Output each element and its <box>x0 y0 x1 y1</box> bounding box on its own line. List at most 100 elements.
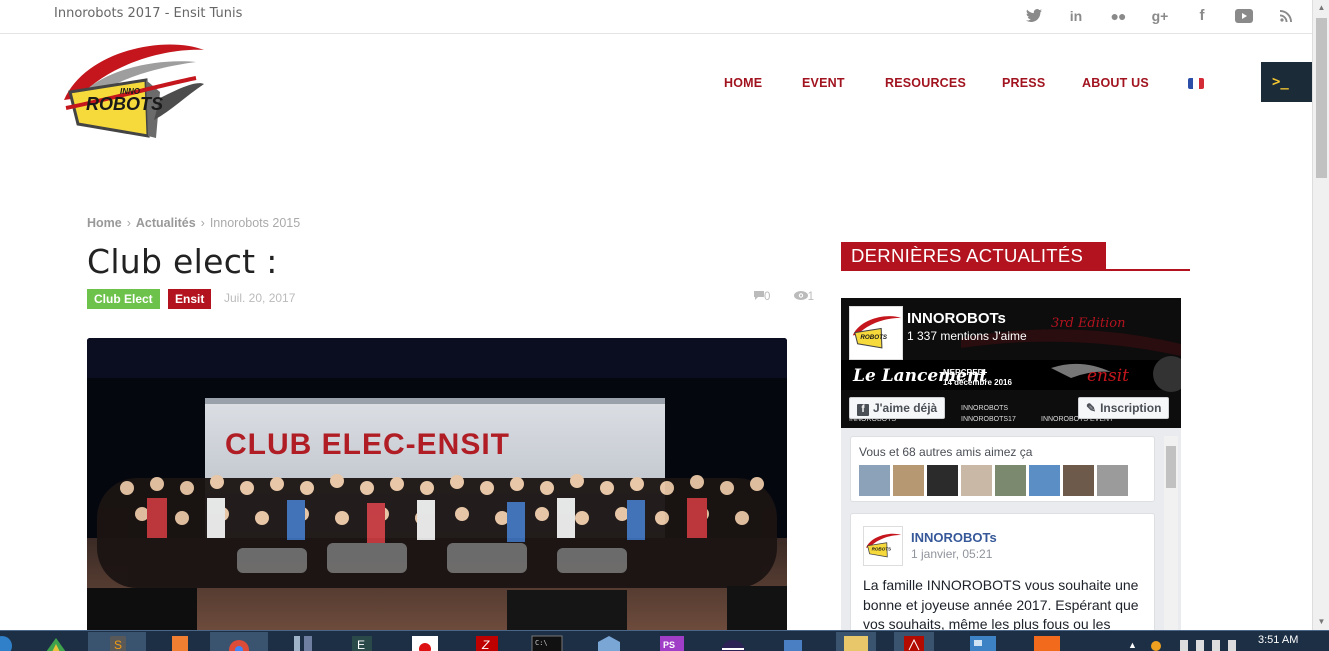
facebook-like-count: 1 337 mentions J'aime <box>907 329 1027 343</box>
post-meta: 0 1 <box>754 291 814 303</box>
nav-resources[interactable]: RESOURCES <box>885 76 966 90</box>
friend-avatar[interactable] <box>1063 465 1094 496</box>
friend-avatar[interactable] <box>1097 465 1128 496</box>
facebook-icon[interactable]: f <box>1190 4 1214 28</box>
friend-avatar[interactable] <box>1029 465 1060 496</box>
friend-avatar[interactable] <box>893 465 924 496</box>
banner-text: CLUB ELEC-ENSIT <box>225 428 510 461</box>
taskbar-app-icon[interactable]: E <box>346 632 380 651</box>
taskbar-cmd-icon[interactable]: C:\ <box>530 632 566 651</box>
breadcrumb-current: Innorobots 2015 <box>209 216 301 230</box>
taskbar-virtualbox-icon[interactable] <box>592 632 626 651</box>
svg-text:Z: Z <box>481 638 490 651</box>
taskbar-app-icon[interactable] <box>286 632 320 651</box>
facebook-page-widget: ROBOTS INNOROBOTs 1 337 mentions J'aime … <box>841 298 1181 630</box>
sidebar-title: DERNIÈRES ACTUALITÉS <box>841 242 1106 269</box>
breadcrumb-home[interactable]: Home <box>87 216 122 230</box>
svg-text:ROBOTS: ROBOTS <box>860 334 888 341</box>
taskbar-app-icon[interactable] <box>966 632 1000 651</box>
svg-text:E: E <box>357 638 365 651</box>
facebook-post-card: ROBOTS INNOROBOTs 1 janvier, 05:21 La fa… <box>850 513 1155 630</box>
comment-count[interactable]: 0 <box>764 291 770 303</box>
svg-text:C:\: C:\ <box>535 639 548 647</box>
cover-launch-day: MERCREDI <box>943 368 986 377</box>
view-count: 1 <box>807 291 815 303</box>
svg-text:ROBOTS: ROBOTS <box>86 94 163 114</box>
scrollbar-thumb[interactable] <box>1316 18 1327 178</box>
taskbar-app-icon[interactable] <box>160 632 200 651</box>
friend-avatar[interactable] <box>927 465 958 496</box>
chevron-right-icon: › <box>200 216 205 230</box>
flickr-icon[interactable]: ●● <box>1106 4 1130 28</box>
taskbar-app-icon[interactable] <box>1030 632 1064 651</box>
cover-link-2: INNOROBOTS <box>961 405 1009 412</box>
system-tray[interactable]: ▲ <box>1128 632 1248 651</box>
facebook-signup-button[interactable]: ✎ Inscription <box>1078 397 1170 419</box>
taskbar-app-icon[interactable] <box>408 632 442 651</box>
social-links: in ●● g+ f <box>1022 4 1312 28</box>
site-tagline: Innorobots 2017 - Ensit Tunis <box>54 6 243 21</box>
facebook-widget-scrollbar[interactable] <box>1164 436 1178 630</box>
svg-text:▲: ▲ <box>1128 640 1137 650</box>
facebook-post-avatar[interactable]: ROBOTS <box>863 526 903 566</box>
post-featured-image[interactable]: CLUB ELEC-ENSIT <box>87 338 787 630</box>
facebook-like-button[interactable]: f J'aime déjà <box>849 397 946 419</box>
innorobots-logo[interactable]: ROBOTS INNO <box>56 40 206 146</box>
friend-avatar[interactable] <box>961 465 992 496</box>
windows-taskbar: S E Z C:\ PS ▲ 3:51 AM <box>0 630 1329 651</box>
facebook-page-name[interactable]: INNOROBOTs <box>907 310 1006 327</box>
terminal-button[interactable]: >_ <box>1261 62 1312 102</box>
top-bar: Innorobots 2017 - Ensit Tunis in ●● g+ f <box>0 0 1312 34</box>
nav-event[interactable]: EVENT <box>802 76 845 90</box>
cover-link-3: INNOROBOTS17 <box>961 416 1016 423</box>
french-flag-icon[interactable] <box>1188 78 1204 89</box>
facebook-friends-card: Vous et 68 autres amis aimez ça <box>850 436 1155 502</box>
start-button[interactable] <box>0 632 14 651</box>
tag-ensit[interactable]: Ensit <box>168 289 212 309</box>
taskbar-app-icon[interactable] <box>776 632 810 651</box>
friend-avatar[interactable] <box>995 465 1026 496</box>
taskbar-explorer-icon[interactable] <box>836 632 876 651</box>
taskbar-eclipse-icon[interactable] <box>716 632 750 651</box>
post-date: Juil. 20, 2017 <box>224 291 296 305</box>
nav-about-us[interactable]: ABOUT US <box>1082 76 1149 90</box>
twitter-icon[interactable] <box>1022 4 1046 28</box>
youtube-icon[interactable] <box>1232 4 1256 28</box>
cover-launch-date: MERCREDI 14 décembre 2016 <box>943 368 1012 388</box>
breadcrumb: Home › Actualités › Innorobots 2015 <box>87 216 300 230</box>
facebook-post-text: La famille INNOROBOTS vous souhaite une … <box>863 577 1139 630</box>
facebook-like-label: J'aime déjà <box>873 401 938 415</box>
tag-club-elect[interactable]: Club Elect <box>87 289 160 309</box>
taskbar-sublime-icon[interactable]: S <box>88 632 146 651</box>
taskbar-chrome-icon[interactable] <box>210 632 268 651</box>
post-title: Club elect : <box>87 242 278 281</box>
rss-icon[interactable] <box>1274 4 1298 28</box>
taskbar-phpstorm-icon[interactable]: PS <box>656 632 690 651</box>
svg-text:ROBOTS: ROBOTS <box>872 546 891 551</box>
linkedin-icon[interactable]: in <box>1064 4 1088 28</box>
eye-icon <box>793 291 808 303</box>
google-plus-icon[interactable]: g+ <box>1148 4 1172 28</box>
facebook-friend-faces <box>859 465 1128 496</box>
nav-home[interactable]: HOME <box>724 76 762 90</box>
chevron-right-icon: › <box>126 216 131 230</box>
sidebar-title-underline <box>841 269 1190 271</box>
facebook-friends-text: Vous et 68 autres amis aimez ça <box>859 445 1033 459</box>
facebook-page-avatar[interactable]: ROBOTS <box>849 306 903 360</box>
taskbar-acrobat-icon[interactable] <box>894 632 934 651</box>
svg-text:S: S <box>114 638 122 651</box>
breadcrumb-section[interactable]: Actualités <box>136 216 196 230</box>
taskbar-clock[interactable]: 3:51 AM <box>1258 634 1298 646</box>
facebook-post-author[interactable]: INNOROBOTs <box>911 530 997 545</box>
taskbar-app-icon[interactable] <box>36 632 74 651</box>
nav-press[interactable]: PRESS <box>1002 76 1045 90</box>
scroll-down-icon[interactable]: ▼ <box>1313 614 1329 630</box>
svg-text:INNO: INNO <box>120 87 141 96</box>
taskbar-filezilla-icon[interactable]: Z <box>470 632 504 651</box>
facebook-f-icon: f <box>857 404 869 416</box>
page-scrollbar[interactable]: ▲ ▼ <box>1312 0 1329 630</box>
friend-avatar[interactable] <box>859 465 890 496</box>
facebook-cover[interactable]: ROBOTS INNOROBOTs 1 337 mentions J'aime … <box>841 298 1181 428</box>
scroll-up-icon[interactable]: ▲ <box>1313 0 1329 16</box>
facebook-post-time[interactable]: 1 janvier, 05:21 <box>911 547 992 561</box>
